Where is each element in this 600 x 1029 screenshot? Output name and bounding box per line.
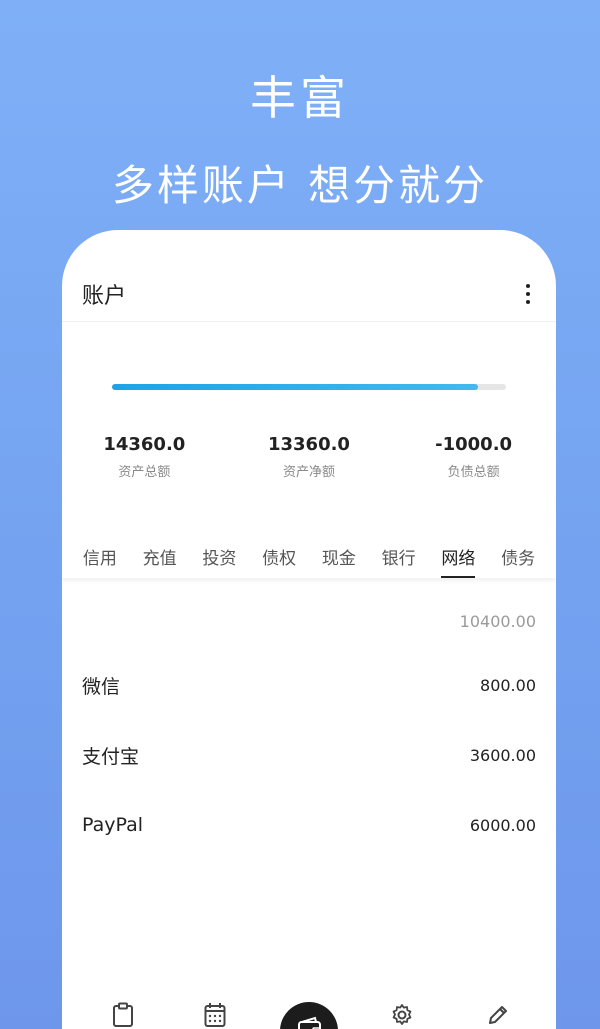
stat-label: 资产净额: [282, 465, 335, 480]
section-total: 10400.00: [459, 612, 536, 631]
bottom-nav: [62, 996, 556, 1029]
tab-online[interactable]: 网络: [441, 534, 476, 578]
list-item[interactable]: 微信 800.00: [62, 650, 556, 720]
app-bar: 账户: [62, 266, 556, 322]
account-type-tabs: 信用 充值 投资 债权 现金 银行 网络 债务: [62, 534, 556, 578]
calendar-icon[interactable]: [204, 1002, 226, 1028]
hero-title: 丰富: [250, 71, 350, 125]
summary-stats: 14360.0 资产总额 13360.0 资产净额 -1000.0 负债总额: [62, 434, 556, 480]
account-name: PayPal: [82, 814, 144, 836]
stat-label: 资产总额: [118, 465, 171, 480]
phone-screen: 账户 14360.0 资产总额 13360.0 资产净额 -1000.0 负债总…: [62, 230, 556, 1029]
clipboard-icon[interactable]: [112, 1002, 134, 1028]
account-name: 支付宝: [82, 745, 140, 768]
pencil-icon[interactable]: [486, 1002, 508, 1028]
stat-net-assets: 13360.0 资产净额: [227, 434, 392, 480]
tab-investment[interactable]: 投资: [202, 534, 236, 578]
stat-total-assets: 14360.0 资产总额: [62, 434, 227, 480]
tab-bank[interactable]: 银行: [382, 534, 416, 578]
list-item[interactable]: PayPal 6000.00: [62, 790, 556, 860]
gear-icon[interactable]: [390, 1002, 412, 1028]
tab-claims[interactable]: 债权: [262, 534, 296, 578]
stat-label: 负债总额: [447, 465, 500, 480]
asset-progress-fill: [112, 384, 479, 390]
account-name: 微信: [82, 675, 121, 698]
tab-cash[interactable]: 现金: [322, 534, 356, 578]
tab-recharge[interactable]: 充值: [143, 534, 177, 578]
tab-credit[interactable]: 信用: [83, 534, 117, 578]
account-amount: 3600.00: [469, 745, 536, 765]
stat-total-liabilities: -1000.0 负债总额: [391, 434, 556, 480]
more-vertical-icon[interactable]: [522, 280, 534, 308]
hero-subtitle: 多样账户 想分就分: [111, 161, 489, 210]
asset-progress-bar: [112, 384, 506, 390]
account-list: 微信 800.00 支付宝 3600.00 PayPal 6000.00: [62, 650, 556, 860]
tab-debt[interactable]: 债务: [501, 534, 535, 578]
stat-value: 13360.0: [267, 434, 350, 455]
stat-value: 14360.0: [103, 434, 186, 455]
list-item[interactable]: 支付宝 3600.00: [62, 720, 556, 790]
account-amount: 6000.00: [469, 815, 536, 835]
stat-value: -1000.0: [435, 434, 513, 455]
wallet-icon: [298, 1016, 321, 1029]
page-title: 账户: [82, 284, 127, 309]
account-amount: 800.00: [480, 675, 536, 695]
wallet-button[interactable]: [280, 1002, 338, 1029]
